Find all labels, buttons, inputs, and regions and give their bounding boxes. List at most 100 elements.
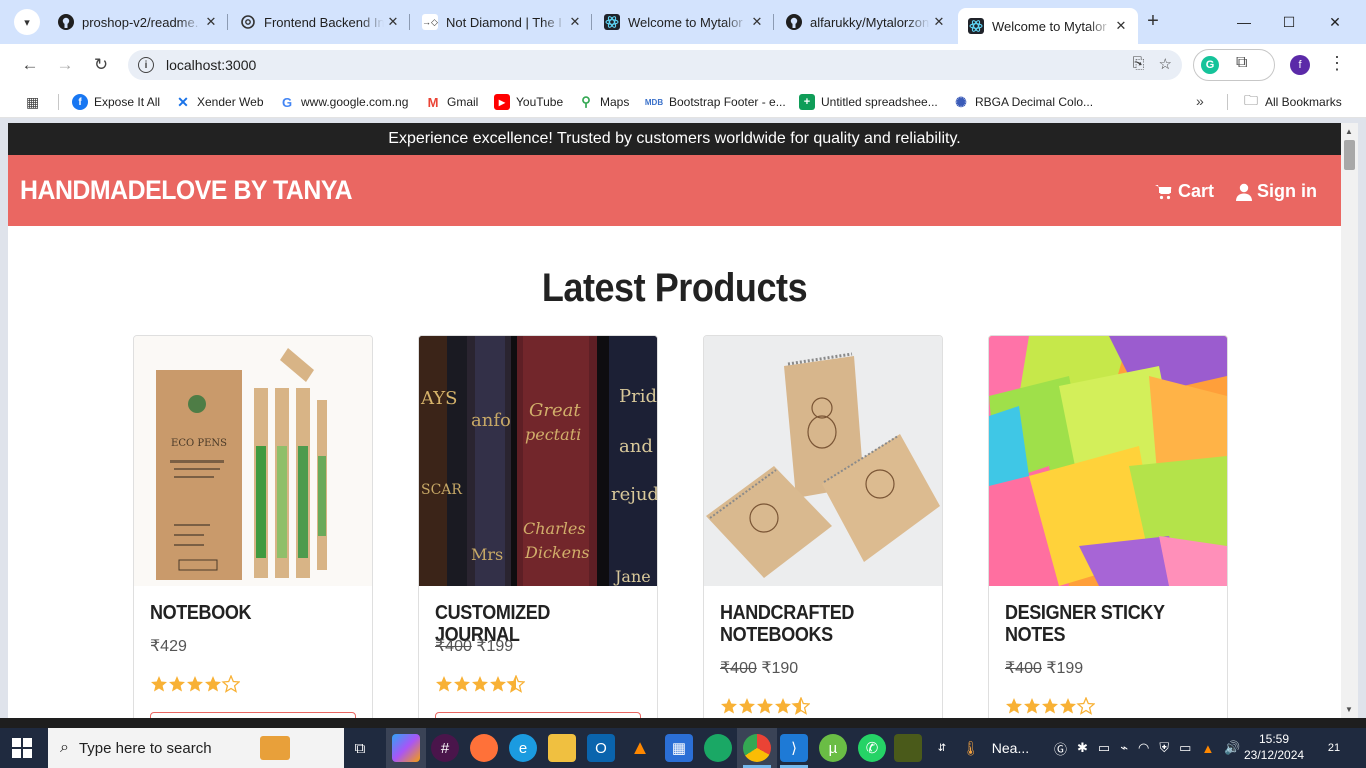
- product-card[interactable]: AYS anfo Great pectati Pride and rejudi …: [418, 335, 658, 718]
- close-icon[interactable]: ✕: [202, 13, 220, 31]
- product-rating: [720, 697, 810, 715]
- store-icon[interactable]: ▦: [665, 734, 693, 762]
- product-card[interactable]: HANDCRAFTED NOTEBOOKS ₹400 ₹190: [703, 335, 943, 718]
- maximize-button[interactable]: ☐: [1266, 8, 1312, 36]
- taskbar-overflow-icon[interactable]: ⇵: [928, 734, 956, 762]
- weather-widget[interactable]: 🌡 Nea...: [962, 728, 1029, 768]
- vscode-icon[interactable]: ⟩: [780, 734, 808, 762]
- edge-icon[interactable]: e: [509, 734, 537, 762]
- bookmark-item[interactable]: ⚲ Maps: [578, 92, 629, 112]
- system-clock[interactable]: 15:59 23/12/2024: [1244, 731, 1304, 763]
- tab-2[interactable]: Frontend Backend In ✕: [230, 8, 410, 36]
- site-info-icon[interactable]: i: [138, 57, 154, 73]
- close-icon[interactable]: ✕: [930, 13, 948, 31]
- install-app-icon[interactable]: ⎘: [1133, 55, 1145, 73]
- url-text[interactable]: localhost:3000: [166, 57, 256, 73]
- close-icon[interactable]: ✕: [384, 13, 402, 31]
- wifi-icon[interactable]: ◠: [1138, 740, 1149, 756]
- taskbar-search[interactable]: ⌕ Type here to search: [48, 728, 344, 768]
- bookmark-item[interactable]: ✕ Xender Web: [175, 92, 263, 112]
- announcement-text: Experience excellence! Trusted by custom…: [388, 130, 961, 147]
- bookmark-divider: [1227, 94, 1228, 110]
- cart-link[interactable]: Cart: [1154, 181, 1214, 202]
- page-scrollbar[interactable]: ▲ ▼: [1341, 123, 1358, 718]
- battery-icon[interactable]: ▭: [1179, 740, 1191, 756]
- product-name[interactable]: NOTEBOOK: [150, 602, 339, 624]
- close-window-button[interactable]: ✕: [1312, 8, 1358, 36]
- apps-grid-icon[interactable]: ▦: [26, 94, 39, 111]
- volume-icon[interactable]: 🔊: [1224, 740, 1240, 756]
- grammarly-tray-icon[interactable]: Ⓖ: [1054, 739, 1067, 758]
- close-icon[interactable]: ✕: [1112, 17, 1130, 35]
- product-card[interactable]: DESIGNER STICKY NOTES ₹400 ₹199: [988, 335, 1228, 718]
- bookmark-item[interactable]: G www.google.com.ng: [279, 92, 408, 112]
- product-image-wooden-notebooks[interactable]: [704, 336, 942, 586]
- chevron-right-double-icon[interactable]: »: [1196, 93, 1204, 109]
- app-icon[interactable]: [704, 734, 732, 762]
- bookmark-item[interactable]: f Expose It All: [72, 92, 160, 112]
- file-explorer-icon[interactable]: [548, 734, 576, 762]
- bookmark-item[interactable]: MDB Bootstrap Footer - e...: [645, 92, 786, 112]
- product-image-sticky-notes[interactable]: [989, 336, 1227, 586]
- bookmark-item[interactable]: ✺ RBGA Decimal Colo...: [953, 92, 1093, 112]
- tab-4[interactable]: Welcome to Mytalor ✕: [594, 8, 774, 36]
- outlook-icon[interactable]: O: [587, 734, 615, 762]
- profile-avatar[interactable]: f: [1290, 55, 1310, 75]
- react-icon: ✺: [955, 93, 967, 110]
- scroll-up-icon[interactable]: ▲: [1345, 127, 1353, 136]
- tab-1[interactable]: proshop-v2/readme. ✕: [48, 8, 228, 36]
- more-menu-icon[interactable]: ⋮: [1328, 53, 1346, 74]
- sheets-icon: +: [799, 94, 815, 110]
- address-bar[interactable]: i localhost:3000 ⎘ ☆: [128, 50, 1182, 80]
- scroll-down-icon[interactable]: ▼: [1345, 705, 1353, 714]
- product-name[interactable]: HANDCRAFTED NOTEBOOKS: [720, 602, 909, 646]
- product-image-books[interactable]: AYS anfo Great pectati Pride and rejudi …: [419, 336, 657, 586]
- tab-search-button[interactable]: ▾: [14, 9, 40, 35]
- grammarly-icon[interactable]: G: [1201, 56, 1219, 74]
- windows-taskbar: ⌕ Type here to search ⧉ # e O ▲ ▦ ⟩ µ ✆ …: [0, 728, 1366, 768]
- bookmark-item[interactable]: + Untitled spreadshee...: [799, 92, 938, 112]
- vlc-tray-icon[interactable]: ▲: [1201, 741, 1214, 756]
- minimize-button[interactable]: —: [1221, 8, 1267, 36]
- site-brand[interactable]: HANDMADELOVE BY TANYA: [20, 175, 353, 206]
- cart-icon: [1154, 184, 1172, 199]
- firefox-icon[interactable]: [470, 734, 498, 762]
- tab-5[interactable]: alfarukky/Mytalorzon ✕: [776, 8, 956, 36]
- bookmark-label: YouTube: [516, 95, 564, 109]
- back-button[interactable]: ←: [17, 52, 43, 78]
- all-bookmarks-button[interactable]: 🗀 All Bookmarks: [1243, 92, 1342, 112]
- minecraft-icon[interactable]: [894, 734, 922, 762]
- close-icon[interactable]: ✕: [748, 13, 766, 31]
- product-name[interactable]: DESIGNER STICKY NOTES: [1005, 602, 1194, 646]
- copilot-icon[interactable]: [392, 734, 420, 762]
- notification-center[interactable]: 21: [1322, 737, 1346, 759]
- vlc-icon[interactable]: ▲: [626, 734, 654, 762]
- product-card[interactable]: ECO PENS NOTEBOOK ₹429: [133, 335, 373, 718]
- signin-link[interactable]: Sign in: [1236, 181, 1317, 202]
- forward-button[interactable]: →: [52, 52, 78, 78]
- react-icon: [968, 18, 984, 34]
- task-view-icon[interactable]: ⧉: [346, 734, 374, 762]
- start-button[interactable]: [12, 738, 32, 763]
- extensions-puzzle-icon[interactable]: ⧉: [1236, 54, 1247, 72]
- bluetooth-tray-icon[interactable]: ✱: [1077, 740, 1088, 756]
- product-image-eco-pens[interactable]: ECO PENS: [134, 336, 372, 586]
- new-tab-button[interactable]: +: [1142, 10, 1164, 32]
- reload-button[interactable]: ↻: [88, 52, 114, 78]
- react-icon: [604, 14, 620, 30]
- usb-tray-icon[interactable]: ⌁: [1120, 740, 1128, 756]
- utorrent-icon[interactable]: µ: [819, 734, 847, 762]
- close-icon[interactable]: ✕: [566, 13, 584, 31]
- chrome-icon[interactable]: [743, 734, 771, 762]
- shield-icon[interactable]: ⛨: [1159, 740, 1169, 756]
- bookmark-item[interactable]: ▶ YouTube: [494, 92, 563, 112]
- bookmark-star-icon[interactable]: ☆: [1159, 55, 1172, 73]
- slack-icon[interactable]: #: [431, 734, 459, 762]
- scrollbar-thumb[interactable]: [1344, 140, 1355, 170]
- tab-3[interactable]: →◇ Not Diamond | The I ✕: [412, 8, 592, 36]
- meet-tray-icon[interactable]: ▭: [1098, 740, 1110, 756]
- whatsapp-icon[interactable]: ✆: [858, 734, 886, 762]
- tab-6-active[interactable]: Welcome to Mytalor ✕: [958, 8, 1138, 44]
- bookmark-item[interactable]: M Gmail: [425, 92, 479, 112]
- page-title: Latest Products: [541, 266, 808, 310]
